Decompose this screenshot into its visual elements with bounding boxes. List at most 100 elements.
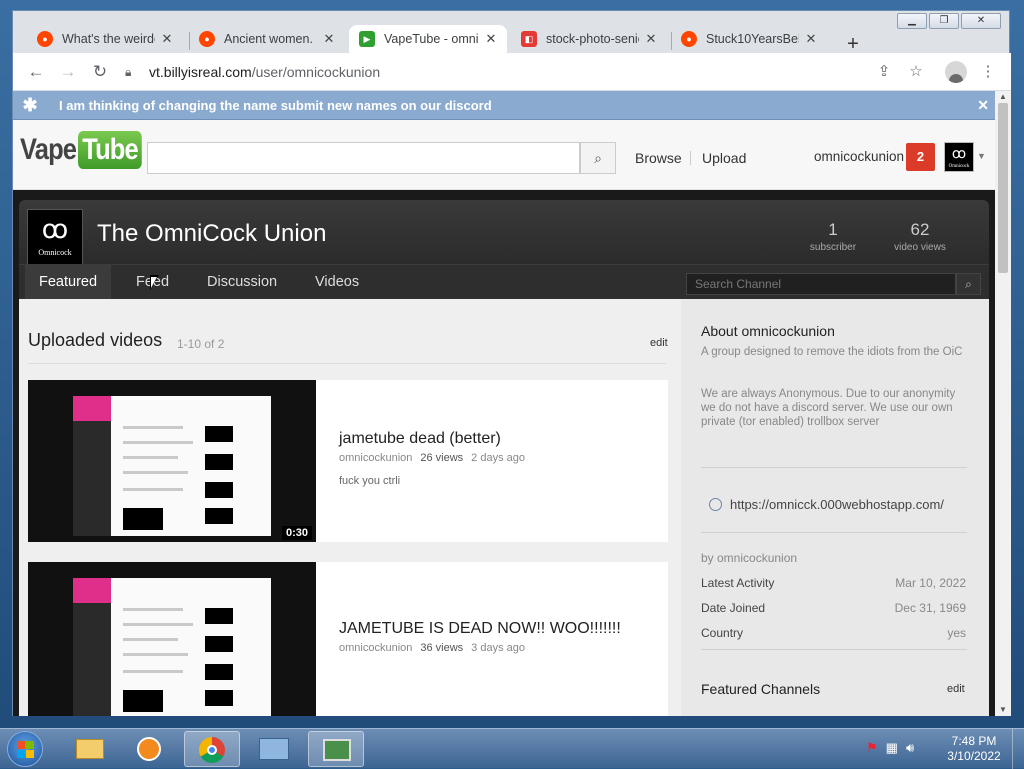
website-link[interactable]: https://omnicck.000webhostapp.com/ [709,497,944,512]
browser-window: ▁ ❐ ✕ ● What's the weirde ✕ ● Ancient wo… [12,10,1011,716]
forward-arrow-icon[interactable]: → [57,61,79,83]
search-icon[interactable]: ⌕ [956,273,981,295]
username-link[interactable]: omnicockunion [814,149,904,164]
address-bar[interactable]: 🔒︎ vt.billyisreal.com/user/omnicockunion [125,58,895,86]
taskbar: ⚑ ▦ 🔊︎ 7:48 PM 3/10/2022 [0,728,1024,769]
video-author[interactable]: omnicockunion [339,642,412,654]
video-meta: omnicockunion 26 views 2 days ago [339,452,525,464]
about-heading: About omnicockunion [701,323,835,339]
scrollbar-thumb[interactable] [998,103,1008,273]
info-label: Date Joined [701,601,766,615]
search-icon[interactable]: ⌕ [580,142,616,174]
notification-badge[interactable]: 2 [906,143,935,171]
scroll-down-icon[interactable]: ▼ [995,704,1011,716]
menu-kebab-icon[interactable]: ⋮ [977,61,999,83]
clock[interactable]: 7:48 PM 3/10/2022 [940,734,1008,764]
uploads-section: Uploaded videos 1-10 of 2 edit 0:30 jame… [19,299,674,716]
channel-content: Uploaded videos 1-10 of 2 edit 0:30 jame… [19,299,989,716]
tab-title: VapeTube - omnic [384,32,479,46]
video-duration: 0:30 [281,526,312,540]
tab-0[interactable]: ● What's the weirde ✕ [27,25,183,53]
bookmark-star-icon[interactable]: ☆ [905,61,927,83]
reddit-icon: ● [37,31,53,47]
video-thumbnail[interactable]: 0:30 [28,380,316,542]
chevron-down-icon[interactable]: ▼ [977,151,986,161]
control-panel-icon[interactable] [246,731,302,767]
vapetube-logo[interactable]: Vape Tube [20,131,154,169]
video-description: fuck you ctrli [339,475,401,487]
network-icon[interactable]: ▦ [886,740,898,756]
scroll-up-icon[interactable]: ▲ [995,91,1011,103]
channel-search-input[interactable]: Search Channel [686,273,956,295]
tab-3[interactable]: ◧ stock-photo-senic ✕ [511,25,667,53]
tab-discussion[interactable]: Discussion [193,265,291,300]
views-stat: 62 video views [891,220,949,253]
reddit-icon: ● [681,31,697,47]
channel-nav: Featured Feed Discussion Videos Search C… [19,264,989,300]
avatar-glyph: ꝏ [41,215,69,244]
channel-title: The OmniCock Union [97,220,327,247]
close-tab-icon[interactable]: ✕ [803,31,819,47]
avatar-glyph: ꝏ [951,147,967,162]
upload-link[interactable]: Upload [702,150,746,166]
system-tray: ⚑ ▦ 🔊︎ [866,740,914,756]
close-tab-icon[interactable]: ✕ [159,31,175,47]
divider [701,467,967,468]
video-thumbnail[interactable] [28,562,316,716]
video-title[interactable]: jametube dead (better) [339,430,501,448]
info-row: Country yes [701,626,966,640]
volume-icon[interactable]: 🔊︎ [906,740,914,756]
close-tab-icon[interactable]: ✕ [643,31,659,47]
edit-link[interactable]: edit [650,337,668,349]
media-player-icon[interactable] [122,731,178,767]
subscriber-stat: 1 subscriber [807,220,859,253]
info-row: Date Joined Dec 31, 1969 [701,601,966,615]
video-views: 26 views [420,452,464,464]
info-value: yes [947,626,966,640]
share-icon[interactable]: ⇪ [873,61,895,83]
close-tab-icon[interactable]: ✕ [483,31,499,47]
app-window-icon[interactable] [308,731,364,767]
profile-avatar-icon[interactable] [945,61,967,83]
page-scrollbar[interactable]: ▲ ▼ [995,91,1011,716]
views-label: video views [894,242,946,253]
info-label: Latest Activity [701,576,775,590]
edit-link[interactable]: edit [947,683,965,695]
video-card[interactable]: JAMETUBE IS DEAD NOW!! WOO!!!!!!! omnico… [28,562,668,716]
browse-link[interactable]: Browse [635,150,682,166]
upload-count: 1-10 of 2 [177,337,225,351]
star-icon: ✱ [22,94,38,115]
chrome-icon[interactable] [184,731,240,767]
start-button[interactable] [7,731,43,767]
action-center-icon[interactable]: ⚑ [866,740,878,756]
site-search-input[interactable] [147,142,580,174]
video-title[interactable]: JAMETUBE IS DEAD NOW!! WOO!!!!!!! [339,620,621,638]
user-avatar[interactable]: ꝏ Omnicock [944,142,974,172]
close-announcement-icon[interactable]: ✕ [977,97,989,114]
divider [701,532,967,533]
thumbnail-image [73,578,271,716]
about-description-2: We are always Anonymous. Due to our anon… [701,388,956,428]
vapetube-icon: ▶ [359,31,375,47]
back-arrow-icon[interactable]: ← [25,61,47,83]
logo-text-left: Vape [20,133,77,166]
close-tab-icon[interactable]: ✕ [321,31,337,47]
image-icon: ◧ [521,31,537,47]
website-url[interactable]: https://omnicck.000webhostapp.com/ [730,497,944,512]
explorer-icon[interactable] [62,731,118,767]
tab-featured[interactable]: Featured [25,265,112,300]
tab-1[interactable]: ● Ancient women. N ✕ [189,25,345,53]
clock-time: 7:48 PM [951,734,997,748]
video-card[interactable]: 0:30 jametube dead (better) omnicockunio… [28,380,668,542]
thumbnail-image [73,396,271,536]
tab-4[interactable]: ● Stuck10YearsBehin ✕ [671,25,827,53]
lock-icon: 🔒︎ [125,64,132,79]
video-author[interactable]: omnicockunion [339,452,412,464]
announcement-bar: ✱ I am thinking of changing the name sub… [13,91,995,120]
info-value: Dec 31, 1969 [894,601,966,615]
show-desktop-button[interactable] [1012,729,1024,769]
tab-videos[interactable]: Videos [301,265,373,300]
tab-2-active[interactable]: ▶ VapeTube - omnic ✕ [349,25,507,53]
globe-icon [709,498,722,511]
reload-icon[interactable]: ↻ [89,61,111,83]
